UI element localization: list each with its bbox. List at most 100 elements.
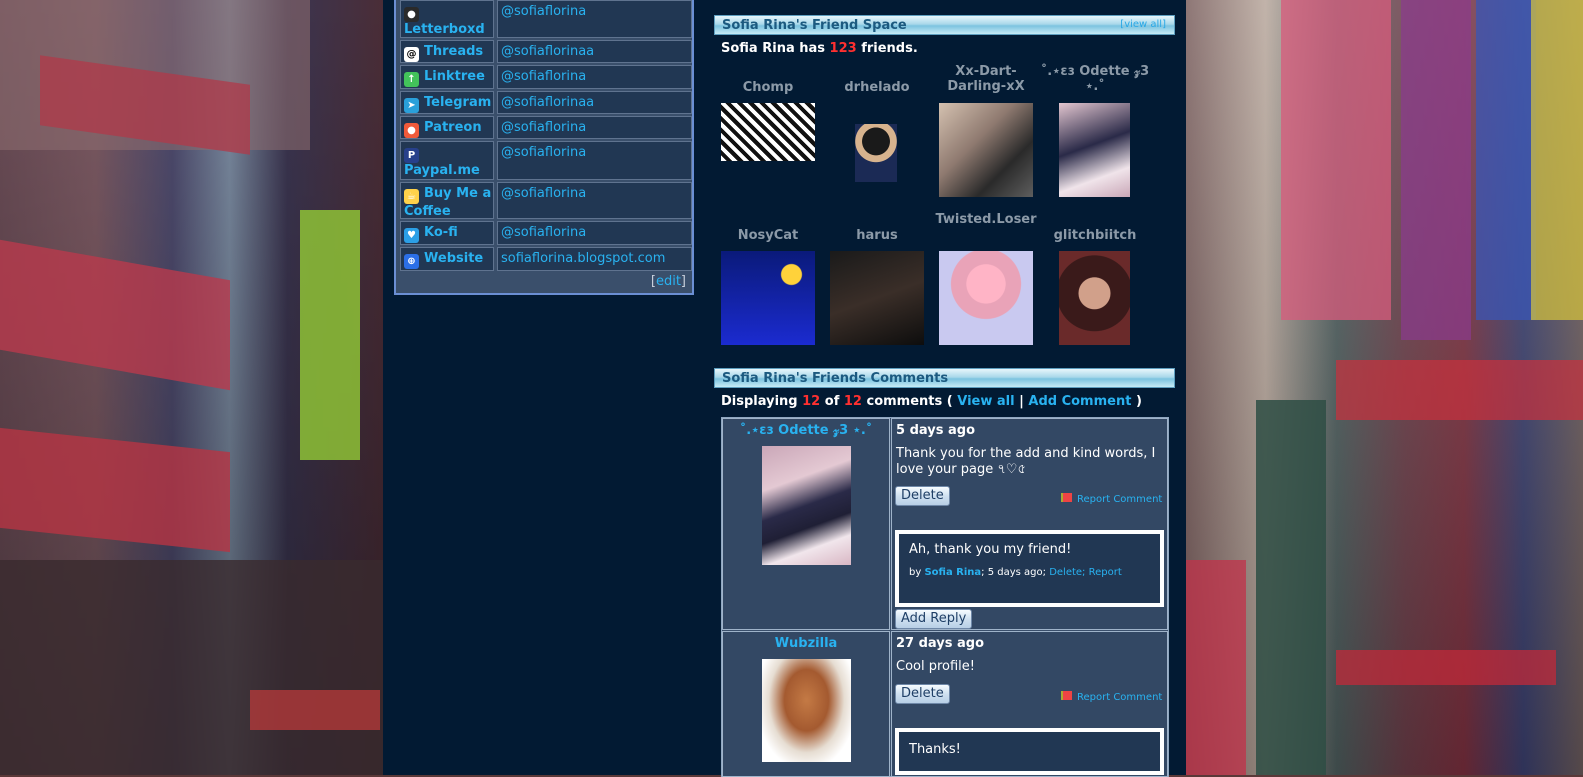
friend-photo[interactable]: [939, 103, 1033, 197]
contact-value-cell: sofiaflorina.blogspot.com: [497, 247, 692, 271]
contact-links-box: ●Letterboxd @sofiaflorina @ Threads @sofiafl…: [394, 0, 694, 295]
flag-icon: [1061, 691, 1072, 700]
friend-name-text[interactable]: NosyCat: [738, 228, 799, 243]
coffee-icon: ☕: [404, 189, 419, 204]
contact-label-link[interactable]: Telegram: [424, 95, 491, 110]
paypal-icon: P: [404, 148, 419, 163]
comment-author-name[interactable]: Wubzilla: [722, 636, 890, 651]
friend-name-text[interactable]: harus: [856, 228, 897, 243]
contact-value-cell: @sofiaflorina: [497, 182, 692, 219]
contact-label-link[interactable]: Ko-fi: [424, 225, 458, 240]
contact-value-link[interactable]: sofiaflorina.blogspot.com: [498, 248, 691, 266]
report-comment-link[interactable]: Report Comment: [1061, 691, 1162, 703]
contact-value-cell: @sofiaflorina: [497, 116, 692, 139]
add-reply-button[interactable]: Add Reply: [895, 609, 973, 629]
linktree-icon: ↑: [404, 72, 419, 87]
contact-row: PPaypal.me @sofiaflorina: [400, 141, 692, 180]
reply-meta: by Sofia Rina; 5 days ago; Delete; Repor…: [909, 567, 1122, 578]
kofi-icon: ♥: [404, 228, 419, 243]
friend-name-text[interactable]: Chomp: [743, 80, 794, 95]
contact-value-link[interactable]: @sofiaflorina: [498, 1, 691, 19]
reply-delete-link[interactable]: Delete: [1049, 567, 1082, 578]
comment-reply-box: Ah, thank you my friend! by Sofia Rina; …: [895, 530, 1164, 607]
comments-total-count: 12: [843, 394, 862, 409]
contact-row: ● Patreon @sofiaflorina: [400, 116, 692, 139]
contact-value-link[interactable]: @sofiaflorinaa: [498, 41, 691, 59]
contact-label-link[interactable]: Patreon: [424, 120, 482, 135]
reply-text: Thanks!: [909, 742, 961, 757]
background-photo-right: [1186, 0, 1583, 775]
friend-name-text[interactable]: Xx-Dart-Darling-xX: [947, 64, 1024, 94]
contact-label-link[interactable]: Linktree: [424, 69, 485, 84]
contact-label-cell: ➤ Telegram: [400, 91, 494, 114]
contact-label-link[interactable]: Website: [424, 251, 483, 266]
delete-comment-button[interactable]: Delete: [895, 684, 950, 704]
contact-value-cell: @sofiaflorinaa: [497, 91, 692, 114]
friends-comments-header: Sofia Rina's Friends Comments: [714, 368, 1175, 388]
contact-label-cell: ♥ Ko-fi: [400, 221, 494, 245]
reply-text: Ah, thank you my friend!: [909, 542, 1072, 557]
contact-label-link[interactable]: Threads: [424, 44, 483, 59]
friend-name[interactable]: Twisted.Loser: [931, 212, 1041, 227]
threads-icon: @: [404, 47, 419, 62]
friend-name-text[interactable]: Twisted.Loser: [935, 212, 1036, 227]
contact-row: ♥ Ko-fi @sofiaflorina: [400, 221, 692, 245]
friend-name[interactable]: glitchbiitch: [1040, 228, 1150, 243]
reply-report-link[interactable]: Report: [1089, 567, 1122, 578]
reply-author-link[interactable]: Sofia Rina: [924, 567, 981, 578]
friend-space-view-all-link[interactable]: [view all]: [1120, 19, 1166, 30]
friend-name[interactable]: harus: [822, 228, 932, 243]
friend-name[interactable]: Chomp: [713, 80, 823, 95]
friend-count-line: Sofia Rina has 123 friends.: [721, 41, 918, 56]
friend-name[interactable]: drhelado: [822, 80, 932, 95]
contact-row: ⊕ Website sofiaflorina.blogspot.com: [400, 247, 692, 271]
contact-label-cell: @ Threads: [400, 40, 494, 63]
contact-label-link[interactable]: Letterboxd: [404, 22, 485, 37]
contact-label-link[interactable]: Paypal.me: [404, 163, 480, 178]
friend-name-text[interactable]: ˚.⋆ɛɜ Odette 𝓏3 ⋆.˚: [1041, 64, 1149, 94]
contact-value-link[interactable]: @sofiaflorina: [498, 142, 691, 160]
delete-comment-button[interactable]: Delete: [895, 486, 950, 506]
comment-time: 27 days ago: [896, 636, 985, 651]
friend-name-text[interactable]: drhelado: [844, 80, 909, 95]
friend-photo[interactable]: [1059, 103, 1130, 197]
contact-label-cell: ● Patreon: [400, 116, 494, 139]
contact-row: ●Letterboxd @sofiaflorina: [400, 0, 692, 38]
friend-photo[interactable]: [1059, 251, 1130, 345]
comments-shown-count: 12: [802, 394, 821, 409]
contact-value-link[interactable]: @sofiaflorina: [498, 183, 691, 201]
contact-row: @ Threads @sofiaflorinaa: [400, 40, 692, 63]
comment-author-avatar[interactable]: [762, 446, 851, 565]
friend-photo[interactable]: [830, 251, 924, 345]
friend-name-text[interactable]: glitchbiitch: [1054, 228, 1137, 243]
comments-summary-line: Displaying 12 of 12 comments ( View all …: [721, 394, 1142, 409]
friend-name[interactable]: ˚.⋆ɛɜ Odette 𝓏3 ⋆.˚: [1040, 64, 1150, 94]
contact-value-link[interactable]: @sofiaflorina: [498, 222, 691, 240]
contact-row: ☕ Buy Me a Coffee @sofiaflorina: [400, 182, 692, 219]
friend-photo[interactable]: [855, 124, 897, 182]
friend-photo[interactable]: [721, 103, 815, 161]
comment-author-avatar[interactable]: [762, 659, 851, 762]
contact-value-cell: @sofiaflorina: [497, 0, 692, 38]
contact-value-cell: @sofiaflorinaa: [497, 40, 692, 63]
contact-label-cell: ↑ Linktree: [400, 65, 494, 89]
friend-photo[interactable]: [939, 251, 1033, 345]
contact-value-link[interactable]: @sofiaflorina: [498, 66, 691, 84]
contact-label-cell: ●Letterboxd: [400, 0, 494, 38]
contact-row: ↑ Linktree @sofiaflorina: [400, 65, 692, 89]
edit-link[interactable]: edit: [656, 274, 681, 289]
friend-name[interactable]: Xx-Dart-Darling-xX: [931, 64, 1041, 94]
contact-value-link[interactable]: @sofiaflorinaa: [498, 92, 691, 110]
report-comment-link[interactable]: Report Comment: [1061, 493, 1162, 505]
comments-view-all-link[interactable]: View all: [957, 394, 1014, 409]
friend-photo[interactable]: [721, 251, 815, 345]
friend-name[interactable]: NosyCat: [713, 228, 823, 243]
contact-label-cell: ☕ Buy Me a Coffee: [400, 182, 494, 219]
contact-value-link[interactable]: @sofiaflorina: [498, 117, 691, 135]
comment-author-name[interactable]: ˚.⋆ɛɜ Odette 𝓏3 ⋆.˚: [722, 423, 890, 438]
patreon-icon: ●: [404, 123, 419, 138]
add-comment-link[interactable]: Add Comment: [1028, 394, 1131, 409]
comment-time: 5 days ago: [896, 423, 975, 438]
contact-label-cell: ⊕ Website: [400, 247, 494, 271]
friends-comments-title: Sofia Rina's Friends Comments: [722, 371, 949, 386]
